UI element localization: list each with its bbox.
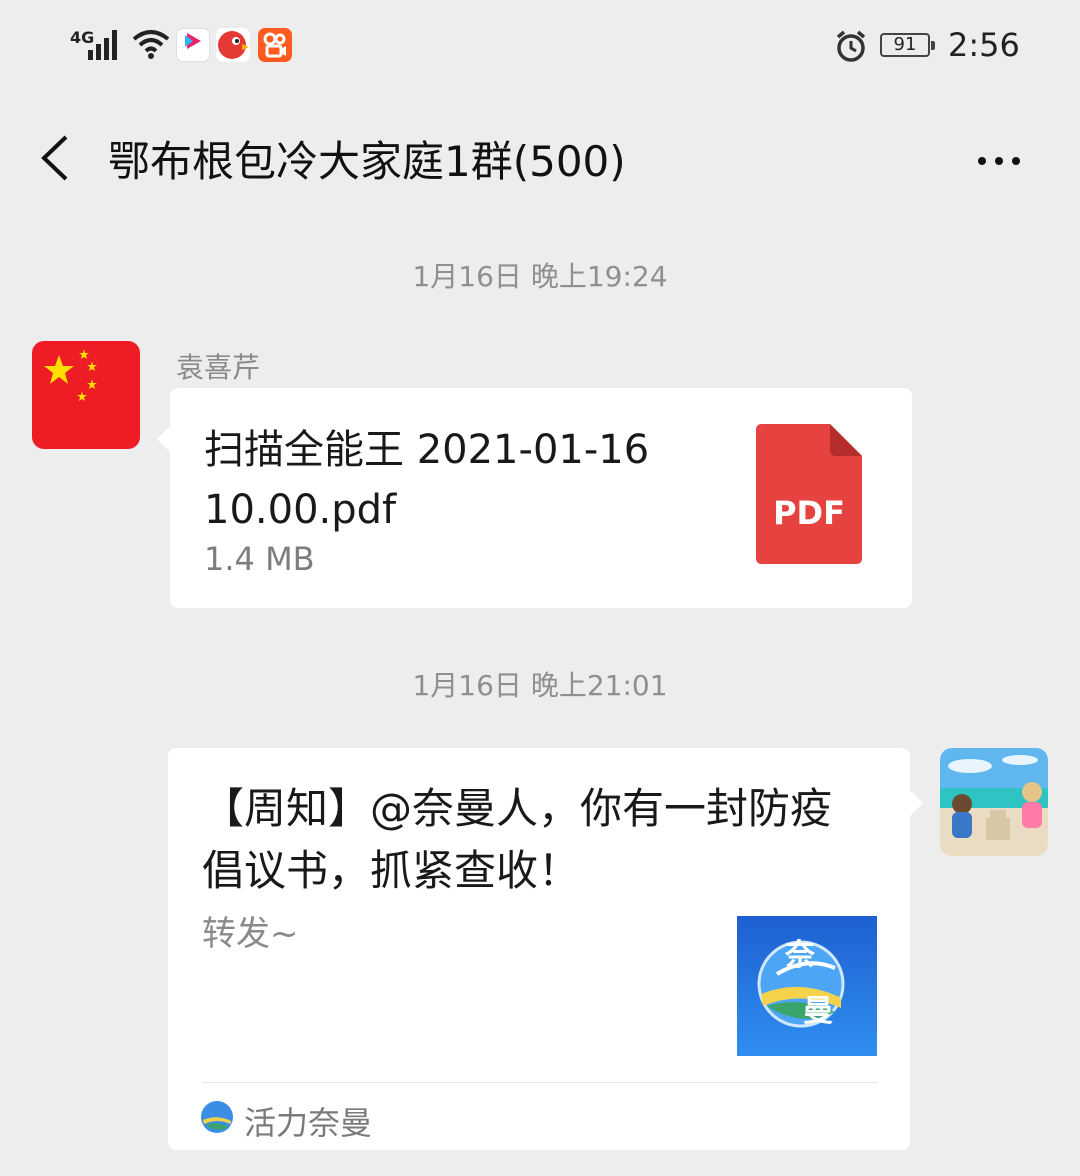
signal-icon xyxy=(88,30,122,60)
bubble-tail xyxy=(910,790,923,816)
pdf-label: PDF xyxy=(773,494,845,532)
more-dots-icon[interactable] xyxy=(978,150,1029,169)
clock: 2:56 xyxy=(948,26,1020,64)
parrot-app-icon xyxy=(216,28,250,62)
thumbnail-char-2: 曼 xyxy=(803,994,833,1029)
link-card-description: 转发~ xyxy=(202,914,299,954)
source-account-icon xyxy=(201,1101,233,1133)
chat-title: 鄂布根包冷大家庭1群(500) xyxy=(108,137,626,186)
kuaishou-app-icon xyxy=(258,28,292,62)
thumbnail-char-1: 奈 xyxy=(785,938,815,973)
file-name: 扫描全能王 2021-01-16 10.00.pdf xyxy=(204,427,650,533)
message-timestamp: 1月16日 晚上21:01 xyxy=(412,669,668,702)
bubble-tail xyxy=(157,426,170,452)
sender-name: 袁喜芹 xyxy=(176,351,261,384)
file-size: 1.4 MB xyxy=(204,540,315,578)
link-card-title: 【周知】@奈曼人，你有一封防疫倡议书，抓紧查收！ xyxy=(202,784,833,895)
divider xyxy=(202,1082,878,1083)
alarm-icon xyxy=(836,30,866,62)
message-timestamp: 1月16日 晚上19:24 xyxy=(412,260,668,293)
youku-app-icon xyxy=(176,28,210,62)
status-bar: 4G 91 2:56 xyxy=(0,0,1080,90)
chevron-left-icon[interactable] xyxy=(40,135,70,181)
china-flag-avatar[interactable] xyxy=(32,341,140,449)
beach-kids-avatar[interactable] xyxy=(940,748,1048,856)
source-account-name: 活力奈曼 xyxy=(244,1104,373,1142)
wifi-icon xyxy=(132,30,170,59)
link-card-thumbnail: 奈 曼 xyxy=(737,916,877,1056)
battery-icon: 91 xyxy=(880,33,935,57)
